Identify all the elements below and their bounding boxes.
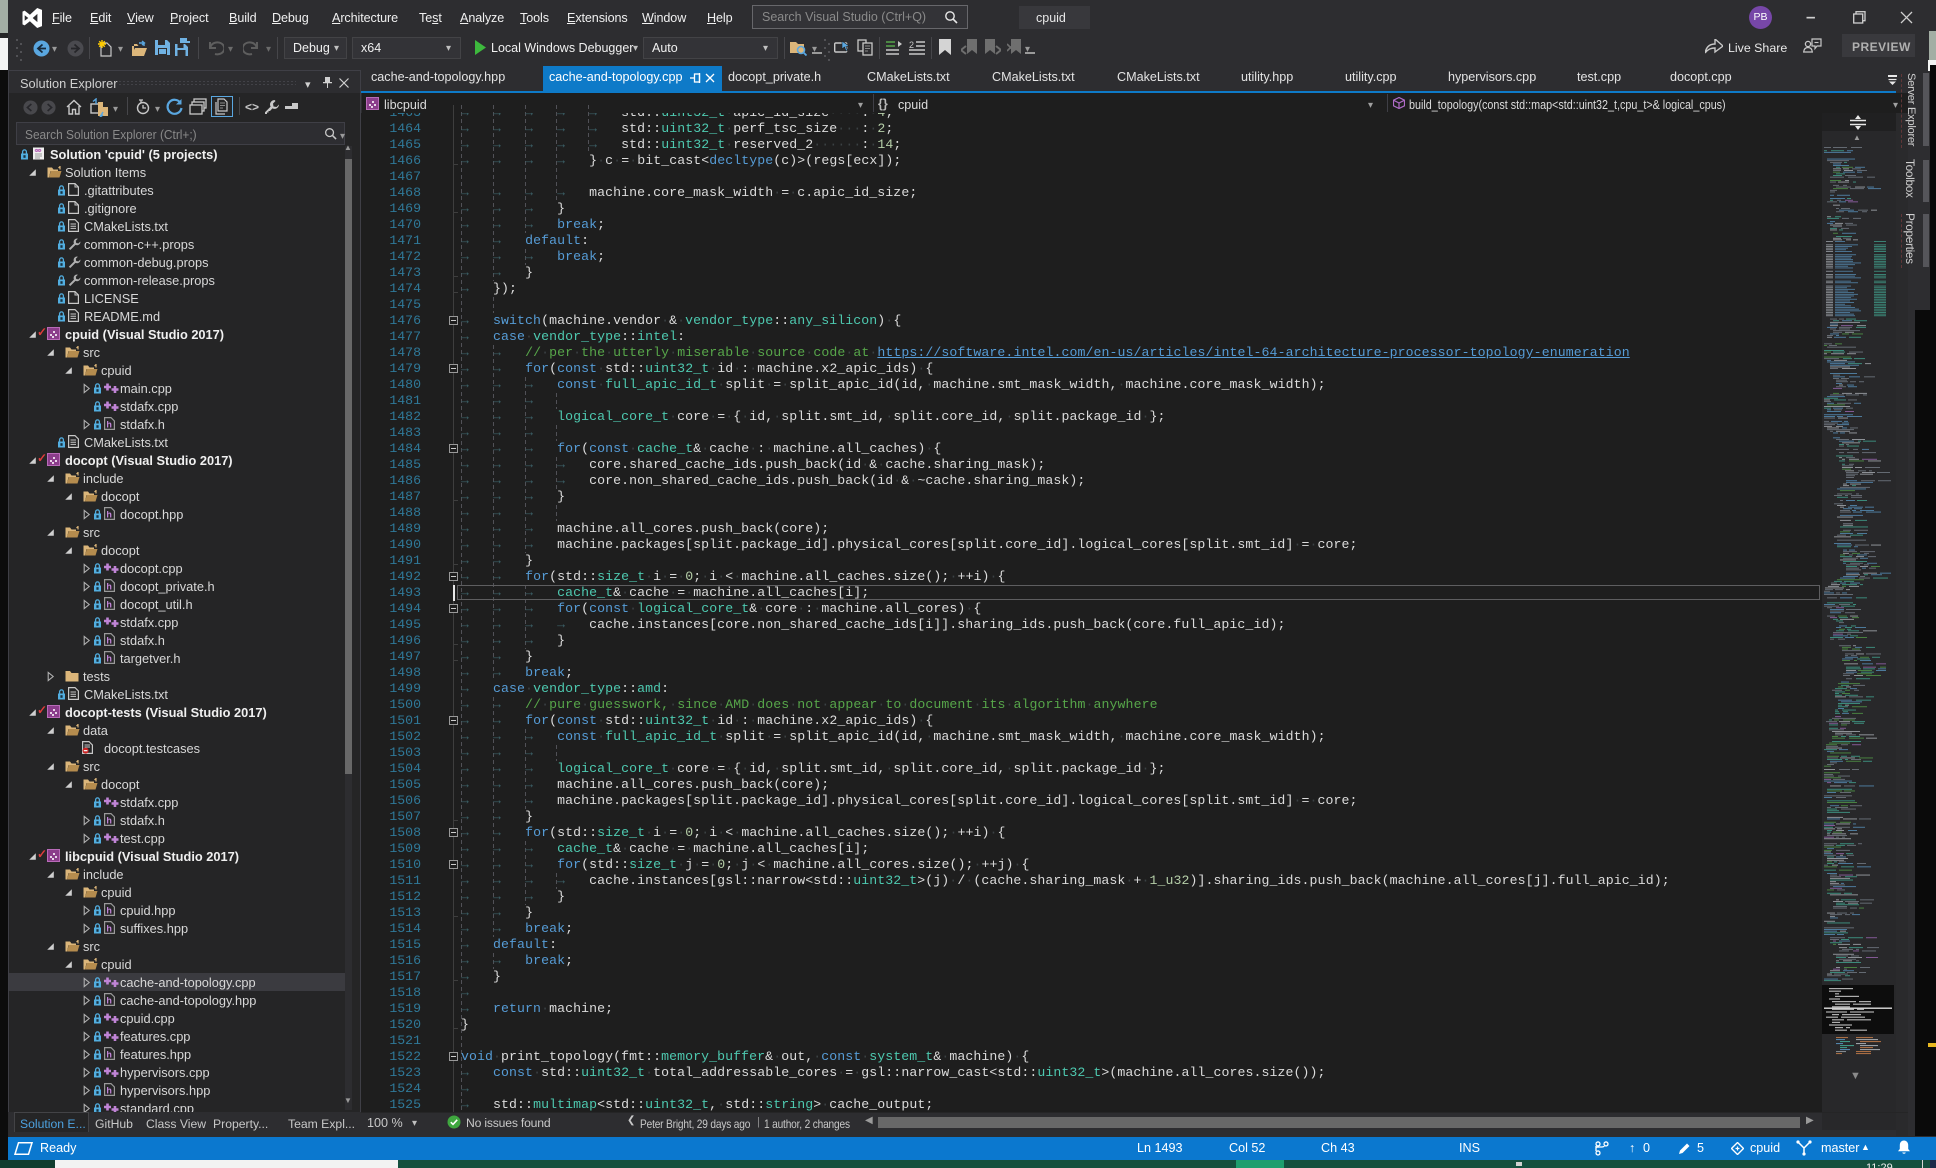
svg-text:h: h (106, 600, 112, 610)
svg-text:h: h (106, 654, 112, 664)
svg-text:h: h (106, 420, 112, 430)
svg-text:h: h (106, 1086, 112, 1096)
svg-text:h: h (106, 924, 112, 934)
svg-text:h: h (106, 582, 112, 592)
svg-text:h: h (106, 906, 112, 916)
svg-text:h: h (106, 816, 112, 826)
svg-text:h: h (106, 636, 112, 646)
svg-text:h: h (106, 996, 112, 1006)
svg-text:h: h (106, 510, 112, 520)
svg-text:2: 2 (909, 41, 914, 50)
svg-text:h: h (106, 1050, 112, 1060)
